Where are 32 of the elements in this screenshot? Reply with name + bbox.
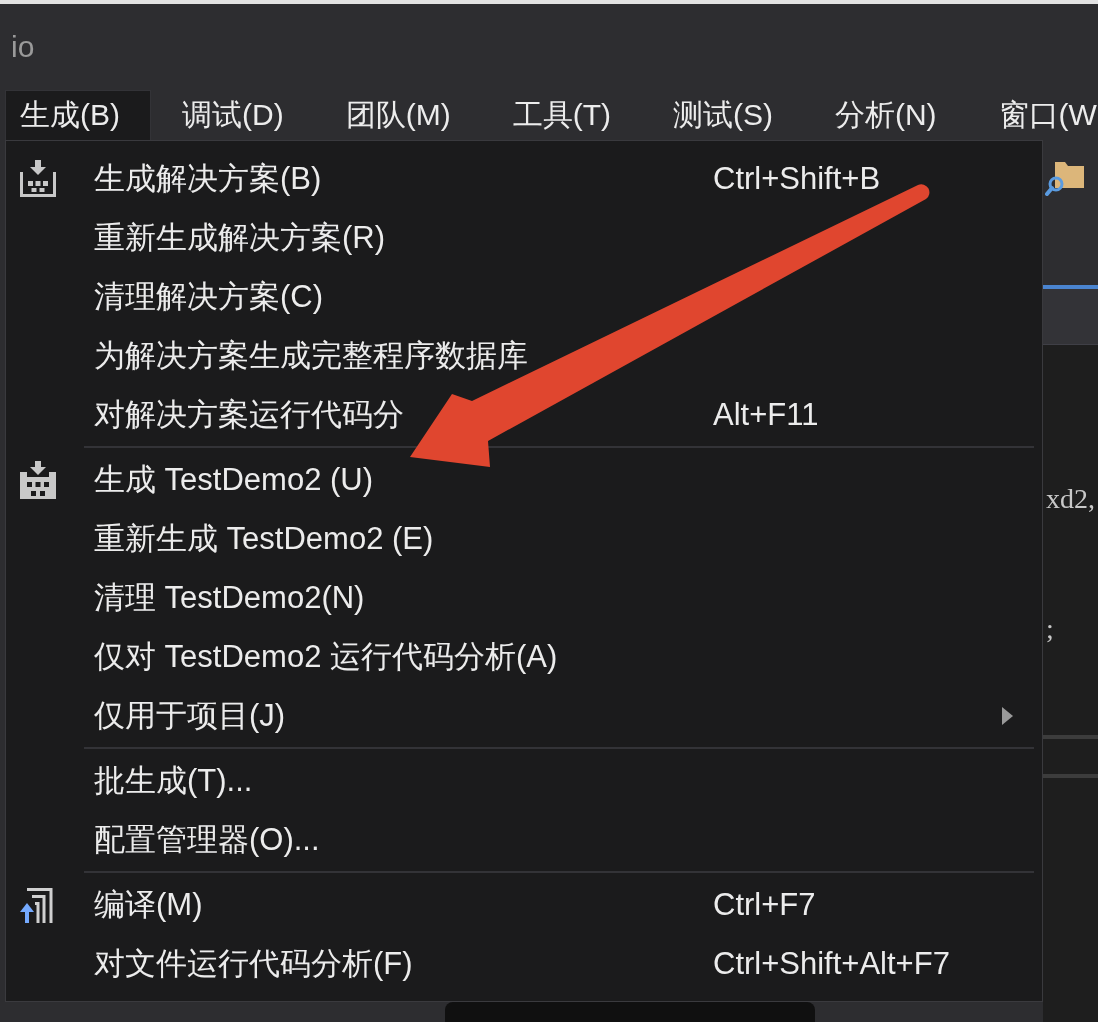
- menu-item[interactable]: 批生成(T)...: [6, 751, 1042, 810]
- menu-bar-item[interactable]: 分析(N): [819, 90, 968, 140]
- menu-bar-item[interactable]: 生成(B): [5, 90, 151, 140]
- shortcut-text: Ctrl+Shift+B: [713, 160, 881, 196]
- build-solution-icon: [19, 159, 57, 198]
- menu-item[interactable]: 仅对 TestDemo2 运行代码分析(A): [6, 627, 1042, 686]
- menu-bar-item[interactable]: 团队(M): [330, 90, 482, 140]
- menu-item[interactable]: 生成解决方案(B) Ctrl+Shift+B: [6, 149, 1042, 208]
- menu-item[interactable]: 配置管理器(O)...: [6, 810, 1042, 869]
- submenu-arrow-icon: [1002, 706, 1013, 725]
- shortcut-text: Ctrl+F7: [713, 886, 816, 922]
- menu-item[interactable]: 清理解决方案(C): [6, 267, 1042, 326]
- menu-bar-item[interactable]: 调试(D): [167, 90, 315, 140]
- menu-item[interactable]: 生成 TestDemo2 (U): [6, 450, 1042, 509]
- menu-item[interactable]: 清理 TestDemo2(N): [6, 568, 1042, 627]
- build-project-icon: [19, 460, 57, 499]
- menu-item[interactable]: 编译(M) Ctrl+F7: [6, 875, 1042, 934]
- menu-item[interactable]: 重新生成解决方案(R): [6, 208, 1042, 267]
- menu-item[interactable]: 为解决方案生成完整程序数据库: [6, 326, 1042, 385]
- menu-item[interactable]: 仅用于项目(J): [6, 686, 1042, 745]
- code-text: ;: [1046, 612, 1054, 646]
- compile-icon: [19, 886, 53, 923]
- menu-bar-item[interactable]: 窗口(W: [983, 90, 1098, 140]
- menu-bar-item[interactable]: 测试(S): [657, 90, 804, 140]
- shortcut-text: Alt+F11: [713, 396, 819, 432]
- shortcut-text: Ctrl+Shift+Alt+F7: [713, 945, 950, 981]
- menu-item[interactable]: 重新生成 TestDemo2 (E): [6, 509, 1042, 568]
- menu-bar-item[interactable]: 工具(T): [497, 90, 642, 140]
- menu-item[interactable]: 对解决方案运行代码分 Alt+F11: [6, 385, 1042, 444]
- code-text: xd2,: [1046, 482, 1095, 516]
- window-title: io: [11, 30, 35, 64]
- menu-item[interactable]: 对文件运行代码分析(F) Ctrl+Shift+Alt+F7: [6, 934, 1042, 993]
